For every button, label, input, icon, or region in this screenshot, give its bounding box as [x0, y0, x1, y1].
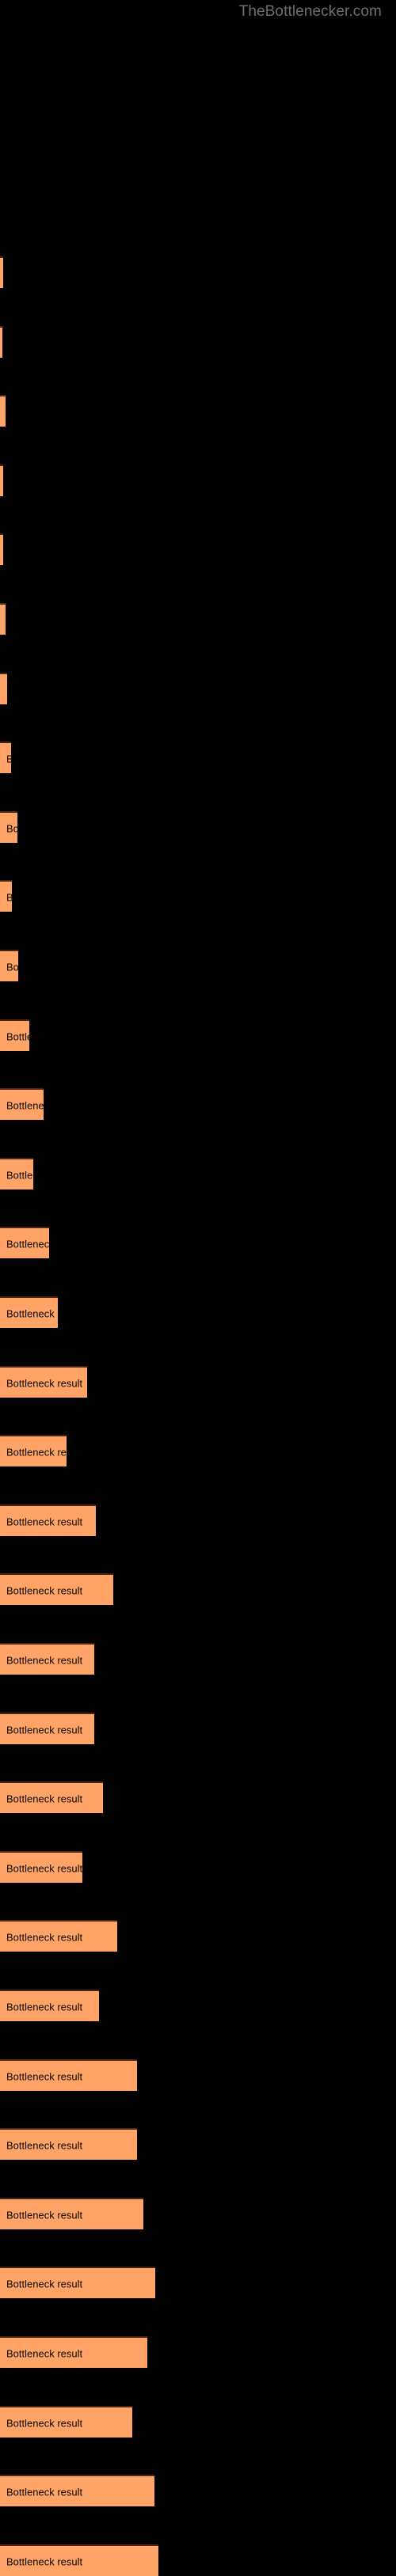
bar-row: Bottleneck result — [0, 1088, 396, 1121]
bar-label: Bottleneck result — [6, 1654, 83, 1667]
bar-label: Bottleneck result — [6, 892, 12, 904]
bar-row: Bottleneck result — [0, 1643, 396, 1675]
bar-row: Bottleneck result — [0, 1990, 396, 2021]
bar-row: Bottleneck result — [0, 395, 396, 427]
bar-row: Bottleneck result — [0, 1504, 396, 1536]
bar: Bottleneck result — [0, 880, 12, 912]
bar: Bottleneck result — [0, 256, 3, 288]
bar: Bottleneck result — [0, 395, 6, 427]
chart-canvas: TheBottlenecker.com Bottleneck resultBot… — [0, 0, 396, 2576]
bar-row: Bottleneck result — [0, 1781, 396, 1814]
bar: Bottleneck result — [0, 950, 18, 981]
bar: Bottleneck result — [0, 1643, 94, 1675]
bar-label: Bottleneck result — [6, 2555, 83, 2568]
bar-label: Bottleneck result — [6, 1516, 83, 1528]
bar: Bottleneck result — [0, 325, 2, 358]
bar: Bottleneck result — [0, 1019, 29, 1051]
bar-row: Bottleneck result — [0, 1920, 396, 1952]
bar-row: Bottleneck result — [0, 256, 396, 288]
bar-label: Bottleneck result — [6, 2209, 83, 2221]
bar: Bottleneck result — [0, 742, 11, 774]
bar-row: Bottleneck result — [0, 2197, 396, 2229]
bar-label: Bottleneck result — [6, 1862, 82, 1875]
bar-label: Bottleneck result — [6, 2347, 83, 2360]
bar-row: Bottleneck result — [0, 2267, 396, 2299]
bar: Bottleneck result — [0, 1712, 94, 1744]
bar-row: Bottleneck result — [0, 810, 396, 843]
bar-label: Bottleneck result — [6, 1169, 33, 1182]
bar: Bottleneck result — [0, 1781, 103, 1814]
bar: Bottleneck result — [0, 2336, 147, 2368]
bar: Bottleneck result — [0, 2058, 137, 2091]
bar-row: Bottleneck result — [0, 880, 396, 912]
bar-label: Bottleneck result — [6, 1377, 83, 1390]
bar: Bottleneck result — [0, 1296, 58, 1328]
bar-label: Bottleneck result — [6, 2417, 83, 2430]
bar-label: Bottleneck result — [6, 1793, 83, 1805]
bar-label: Bottleneck result — [6, 2139, 83, 2152]
bar-row: Bottleneck result — [0, 1296, 396, 1328]
bar-label: Bottleneck result — [6, 1724, 83, 1736]
bar-label: Bottleneck result — [6, 1931, 83, 1944]
bar-label: Bottleneck result — [6, 1307, 58, 1320]
bar-label: Bottleneck result — [6, 961, 18, 973]
bar: Bottleneck result — [0, 2405, 132, 2438]
bar-row: Bottleneck result — [0, 603, 396, 635]
bar: Bottleneck result — [0, 2197, 143, 2229]
bar-row: Bottleneck result — [0, 1019, 396, 1051]
bar-label: Bottleneck result — [6, 1030, 29, 1043]
bar: Bottleneck result — [0, 2267, 155, 2299]
bar-label: Bottleneck result — [6, 753, 11, 765]
bar: Bottleneck result — [0, 1573, 113, 1606]
bar: Bottleneck result — [0, 464, 3, 496]
bar-row: Bottleneck result — [0, 2128, 396, 2161]
bar-row: Bottleneck result — [0, 1365, 396, 1398]
bar-chart-plot-area: Bottleneck result Bottleneck result Bottle… — [0, 0, 396, 2576]
bar-row: Bottleneck result — [0, 2544, 396, 2576]
bar-label: Bottleneck result — [6, 1099, 44, 1112]
bar: Bottleneck result — [0, 2128, 137, 2161]
bar: Bottleneck result — [0, 1990, 99, 2021]
bar-label: Bottleneck result — [6, 1238, 49, 1250]
bar-label: Bottleneck result — [6, 1584, 83, 1597]
bar: Bottleneck result — [0, 1435, 67, 1467]
bar: Bottleneck result — [0, 810, 17, 843]
bar: Bottleneck result — [0, 1365, 87, 1398]
bar-label: Bottleneck result — [6, 2486, 83, 2498]
bar: Bottleneck result — [0, 603, 6, 635]
bar-label: Bottleneck result — [6, 2070, 83, 2083]
bar: Bottleneck result — [0, 1157, 33, 1189]
bar-row: Bottleneck result — [0, 1435, 396, 1467]
bar: Bottleneck result — [0, 2475, 154, 2507]
bar: Bottleneck result — [0, 2544, 158, 2576]
bar: Bottleneck result — [0, 1227, 49, 1259]
bar-row: Bottleneck result — [0, 742, 396, 774]
bar-row: Bottleneck result — [0, 1157, 396, 1189]
bar-label: Bottleneck result — [6, 822, 17, 835]
bar-row: Bottleneck result — [0, 1573, 396, 1606]
bar-label: Bottleneck result — [6, 2001, 83, 2013]
bar-row: Bottleneck result — [0, 672, 396, 704]
bar-row: Bottleneck result — [0, 2058, 396, 2091]
bar: Bottleneck result — [0, 533, 3, 566]
bar-label: Bottleneck result — [6, 2278, 83, 2290]
bar-row: Bottleneck result — [0, 2475, 396, 2507]
bar-row: Bottleneck result — [0, 533, 396, 566]
bar-row: Bottleneck result — [0, 2336, 396, 2368]
bar-label: Bottleneck result — [6, 1446, 67, 1459]
bar: Bottleneck result — [0, 1850, 82, 1883]
bar: Bottleneck result — [0, 1920, 117, 1952]
bar-row: Bottleneck result — [0, 464, 396, 496]
bar-row: Bottleneck result — [0, 325, 396, 358]
bar-label: Bottleneck result — [6, 684, 7, 696]
bar-row: Bottleneck result — [0, 1227, 396, 1259]
bar-row: Bottleneck result — [0, 2405, 396, 2438]
bar-row: Bottleneck result — [0, 950, 396, 981]
bar: Bottleneck result — [0, 1088, 44, 1121]
bar-row: Bottleneck result — [0, 1850, 396, 1883]
bar: Bottleneck result — [0, 1504, 96, 1536]
bar: Bottleneck result — [0, 672, 7, 704]
bar-row: Bottleneck result — [0, 1712, 396, 1744]
